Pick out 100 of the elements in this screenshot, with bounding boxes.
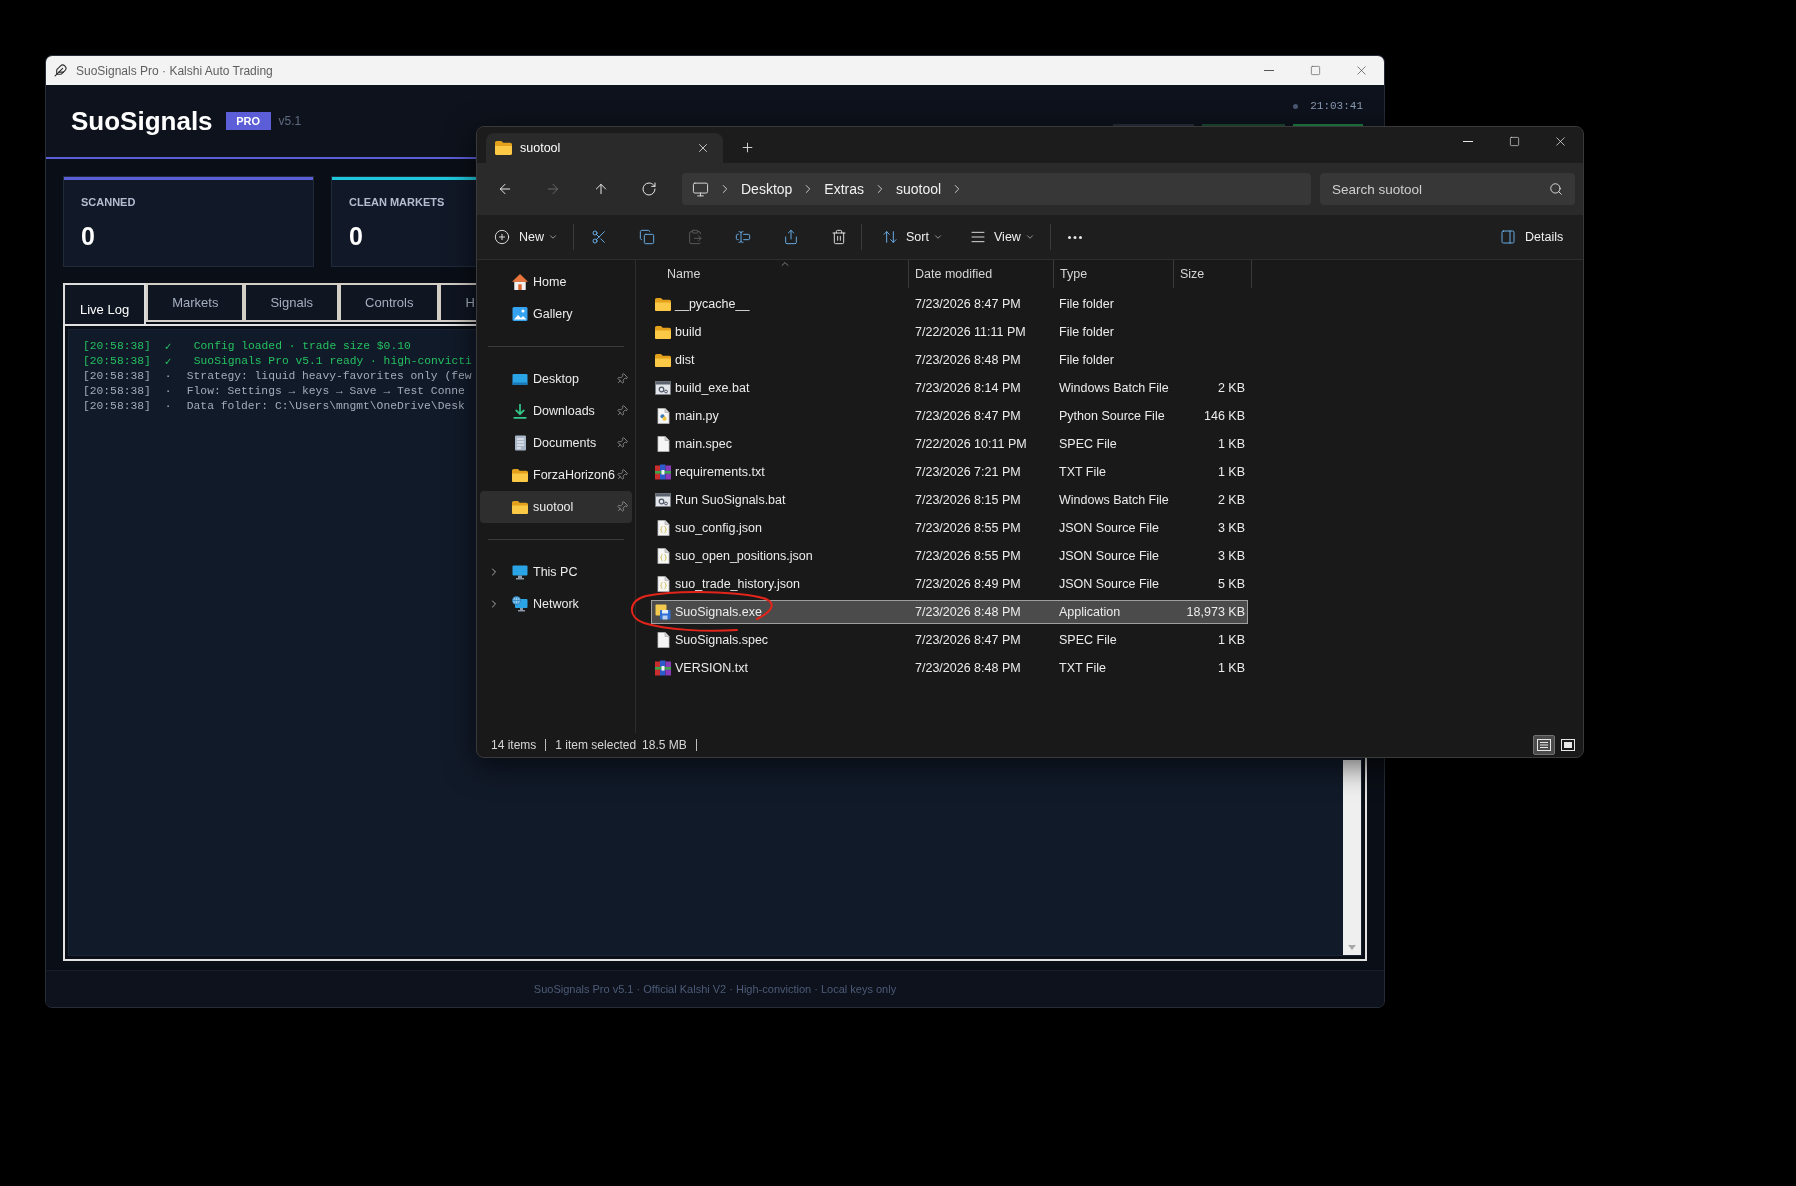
sidebar-item[interactable]: Network xyxy=(480,588,632,620)
share-icon xyxy=(783,229,799,245)
sidebar-item[interactable]: ForzaHorizon6 xyxy=(480,459,632,491)
breadcrumb-item[interactable]: Extras xyxy=(824,178,865,200)
file-type: JSON Source File xyxy=(1059,576,1160,591)
file-type: Windows Batch File xyxy=(1059,492,1169,507)
document-icon xyxy=(513,435,527,451)
close-icon xyxy=(696,141,710,155)
clipboard-icon xyxy=(687,229,703,245)
app-tab[interactable]: Controls xyxy=(339,283,440,322)
copy-icon xyxy=(639,229,655,245)
stat-label: SCANNED xyxy=(81,195,137,209)
file-row[interactable]: main.py 7/23/2026 8:47 PM Python Source File 146 KB xyxy=(651,404,1248,428)
file-row[interactable]: VERSION.txt 7/23/2026 8:48 PM TXT File 1 KB xyxy=(651,656,1248,680)
window-title: SuoSignals Pro · Kalshi Auto Trading xyxy=(76,62,273,80)
date-modified: 7/23/2026 8:55 PM xyxy=(915,520,1021,535)
pro-badge: PRO xyxy=(225,112,271,130)
date-modified: 7/23/2026 7:21 PM xyxy=(915,464,1021,479)
file-name: build xyxy=(675,323,702,341)
file-row[interactable]: suo_config.json 7/23/2026 8:55 PM JSON Source File 3 KB xyxy=(651,516,1248,540)
app-tab[interactable]: Signals xyxy=(244,283,340,322)
file-row[interactable]: requirements.txt 7/23/2026 7:21 PM TXT File 1 KB xyxy=(651,460,1248,484)
column-header[interactable]: Type xyxy=(1053,260,1173,288)
file-type: Python Source File xyxy=(1059,408,1165,423)
search-icon xyxy=(1549,182,1563,196)
file-name: dist xyxy=(675,351,695,369)
file-name: main.spec xyxy=(675,435,732,453)
log-marker: · xyxy=(164,384,173,399)
file-name: VERSION.txt xyxy=(675,659,748,677)
file-name: Run SuoSignals.bat xyxy=(675,491,786,509)
sidebar-item[interactable]: Downloads xyxy=(480,395,632,427)
search-field[interactable]: Search suotool xyxy=(1320,173,1575,205)
breadcrumb-item[interactable]: Desktop xyxy=(741,178,793,200)
date-modified: 7/23/2026 8:48 PM xyxy=(915,660,1021,675)
scissors-icon xyxy=(591,229,607,245)
app-tab[interactable]: Markets xyxy=(146,283,245,322)
sidebar-item[interactable]: Gallery xyxy=(480,298,632,330)
log-message: Data folder: C:\Users\mngmt\OneDrive\Desk xyxy=(186,399,465,414)
log-marker: ✓ xyxy=(164,354,173,369)
file-size: 18,973 KB xyxy=(1186,603,1245,621)
file-size: 3 KB xyxy=(1217,547,1245,565)
caret-icon xyxy=(548,232,558,242)
file-row[interactable]: Run SuoSignals.bat 7/23/2026 8:15 PM Windows Batch File 2 KB xyxy=(651,488,1248,512)
up-arrow-icon xyxy=(593,181,609,197)
log-time: [20:58:38] xyxy=(83,399,151,414)
toolbar-button[interactable]: Sort xyxy=(878,221,948,253)
log-marker: · xyxy=(164,369,173,384)
version-label: v5.1 xyxy=(278,113,302,130)
file-row[interactable]: SuoSignals.spec 7/23/2026 8:47 PM SPEC File 1 KB xyxy=(651,628,1248,652)
window-tab[interactable]: suotool xyxy=(486,133,723,163)
caret-icon xyxy=(1024,232,1035,242)
breadcrumb-item[interactable]: suotool xyxy=(896,178,942,200)
sidebar-item[interactable]: Desktop xyxy=(480,363,632,395)
file-row[interactable]: suo_trade_history.json 7/23/2026 8:49 PM JSON Source File 5 KB xyxy=(651,572,1248,596)
column-header[interactable]: Date modified xyxy=(908,260,1053,288)
file-size: 1 KB xyxy=(1217,463,1245,481)
file-row[interactable]: SuoSignals.exe 7/23/2026 8:48 PM Application 18,973 KB xyxy=(651,600,1248,624)
house-icon xyxy=(512,274,528,290)
app-tab[interactable]: Live Log xyxy=(63,283,147,324)
date-modified: 7/23/2026 8:49 PM xyxy=(915,576,1021,591)
list-lines-icon xyxy=(970,229,986,245)
sidebar-item[interactable]: suotool xyxy=(480,491,632,523)
sidebar-item[interactable]: Home xyxy=(480,266,632,298)
file-size: 1 KB xyxy=(1217,631,1245,649)
script-file-icon xyxy=(656,408,670,424)
view-mode-button[interactable] xyxy=(1533,735,1555,755)
sidebar-item[interactable]: This PC xyxy=(480,556,632,588)
feather-icon xyxy=(54,64,67,77)
column-header[interactable]: Name xyxy=(651,260,908,288)
monitor-icon xyxy=(692,180,709,198)
toolbar-button[interactable]: New xyxy=(490,221,564,253)
app-tab[interactable]: H xyxy=(439,283,478,322)
file-type: Application xyxy=(1059,604,1121,619)
folder-icon xyxy=(512,500,528,514)
trash-icon xyxy=(831,229,847,245)
footer-text: SuoSignals Pro v5.1 · Official Kalshi V2 · High-conviction · Local keys only xyxy=(533,981,897,997)
column-header[interactable]: Size xyxy=(1173,260,1252,288)
date-modified: 7/23/2026 8:15 PM xyxy=(915,492,1021,507)
details-button[interactable]: Details xyxy=(1496,221,1576,253)
panel-icon xyxy=(1500,229,1516,245)
file-row[interactable]: dist 7/23/2026 8:48 PM File folder xyxy=(651,348,1248,372)
file-row[interactable]: build 7/22/2026 11:11 PM File folder xyxy=(651,320,1248,344)
log-time: [20:58:38] xyxy=(83,369,151,384)
sidebar-item[interactable]: Documents xyxy=(480,427,632,459)
file-size: 1 KB xyxy=(1217,659,1245,677)
download-icon xyxy=(512,403,528,419)
file-row[interactable]: __pycache__ 7/23/2026 8:47 PM File folder xyxy=(651,292,1248,316)
file-row[interactable]: suo_open_positions.json 7/23/2026 8:55 PM JSON Source File 3 KB xyxy=(651,544,1248,568)
file-row[interactable]: build_exe.bat 7/23/2026 8:14 PM Windows Batch File 2 KB xyxy=(651,376,1248,400)
address-bar[interactable]: Desktop Extras suotool xyxy=(682,173,1311,205)
stat-value: 0 xyxy=(81,221,96,251)
file-size: 2 KB xyxy=(1217,379,1245,397)
file-name: __pycache__ xyxy=(675,295,750,313)
brand-name: SuoSignals xyxy=(71,104,213,138)
file-row[interactable]: main.spec 7/22/2026 10:11 PM SPEC File 1 KB xyxy=(651,432,1248,456)
scrollbar[interactable] xyxy=(1343,760,1361,955)
toolbar-button[interactable]: View xyxy=(966,221,1040,253)
date-modified: 7/23/2026 8:47 PM xyxy=(915,296,1021,311)
file-type: JSON Source File xyxy=(1059,520,1160,535)
stat-value: 0 xyxy=(349,221,364,251)
